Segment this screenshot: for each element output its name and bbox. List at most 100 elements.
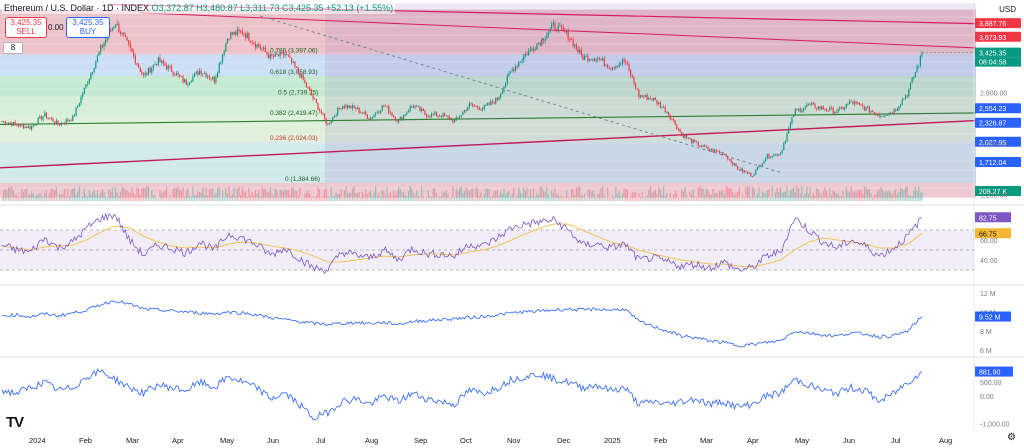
- candle-body: [65, 119, 67, 124]
- candle-body: [477, 106, 479, 108]
- lot-size-input[interactable]: 8: [3, 42, 23, 54]
- candle-body: [506, 75, 508, 84]
- candle-body: [175, 72, 178, 76]
- currency-label[interactable]: USD: [999, 5, 1016, 14]
- volume-bar: [274, 188, 276, 201]
- volume-bar: [396, 191, 398, 201]
- volume-bar: [6, 190, 8, 201]
- volume-bar: [858, 190, 861, 201]
- volume-bar: [185, 191, 187, 201]
- volume-bar: [123, 188, 125, 201]
- candle-body: [355, 107, 357, 110]
- volume-bar: [600, 188, 602, 201]
- candle-body: [409, 106, 411, 112]
- candle-body: [169, 65, 171, 67]
- volume-bar: [184, 196, 186, 201]
- volume-bar: [802, 195, 805, 201]
- candle-body: [299, 72, 301, 78]
- volume-bar: [258, 189, 260, 201]
- volume-bar: [880, 186, 882, 201]
- candle-body: [890, 112, 892, 114]
- candle-body: [646, 94, 648, 100]
- volume-bar: [911, 195, 913, 201]
- candle-body: [873, 112, 875, 114]
- volume-bar: [85, 194, 87, 201]
- candle-body: [365, 111, 367, 115]
- volume-bar: [338, 194, 340, 201]
- candle-body: [154, 64, 156, 65]
- candle-body: [384, 105, 387, 107]
- volume-bar: [455, 188, 457, 201]
- candle-body: [812, 103, 814, 105]
- candle-body: [600, 59, 602, 61]
- candle-body: [809, 104, 811, 105]
- candle-body: [11, 123, 13, 126]
- candle-body: [325, 118, 327, 124]
- volume-bar: [903, 190, 905, 201]
- candle-body: [101, 45, 103, 47]
- volume-bar: [835, 194, 838, 201]
- volume-bar: [3, 190, 5, 201]
- volume-bar: [402, 191, 405, 201]
- candle-body: [207, 76, 209, 78]
- candle-body: [822, 106, 824, 110]
- sell-button[interactable]: 3,425.35 SELL: [5, 17, 47, 38]
- candle-body: [763, 160, 765, 164]
- candle-body: [312, 95, 314, 99]
- candle-body: [310, 90, 313, 96]
- volume-bar: [885, 190, 887, 201]
- volume-bar: [231, 194, 234, 201]
- candle-body: [62, 122, 64, 124]
- candle-body: [151, 68, 153, 73]
- candle-body: [651, 98, 653, 101]
- buy-button[interactable]: 3,425.35 BUY: [66, 17, 110, 38]
- candle-body: [19, 123, 21, 127]
- candle-body: [386, 106, 388, 108]
- candle-body: [513, 69, 515, 71]
- volume-bar: [179, 189, 181, 201]
- candle-body: [249, 40, 252, 43]
- volume-bar: [136, 187, 138, 201]
- candle-body: [49, 117, 51, 119]
- gear-icon[interactable]: ⚙: [1007, 432, 1016, 443]
- volume-bar: [825, 190, 828, 201]
- volume-bar: [16, 194, 18, 201]
- candle-body: [486, 103, 489, 106]
- volume-bar: [277, 196, 280, 201]
- candle-body: [893, 110, 895, 115]
- candle-body: [366, 114, 368, 119]
- volume-bar: [407, 190, 410, 201]
- candle-body: [114, 25, 117, 27]
- candle-body: [687, 137, 689, 139]
- candle-body: [607, 64, 609, 69]
- symbol-name[interactable]: Ethereum / U.S. Dollar · 1D · INDEX: [4, 3, 149, 13]
- volume-bar: [511, 193, 513, 201]
- volume-bar: [95, 195, 97, 201]
- candle-body: [292, 61, 294, 63]
- volume-bar: [384, 196, 387, 201]
- x-axis-label: Oct: [460, 436, 473, 445]
- candle-body: [31, 126, 33, 130]
- volume-bar: [714, 193, 716, 201]
- volume-bar: [330, 187, 332, 201]
- candle-body: [638, 89, 640, 98]
- volume-bar: [528, 196, 530, 201]
- candle-body: [664, 106, 666, 113]
- osc2-tick: 12 M: [980, 291, 996, 298]
- candle-body: [659, 102, 661, 108]
- candle-body: [21, 123, 23, 125]
- tradingview-logo-icon[interactable]: TV: [6, 414, 24, 431]
- volume-bar: [628, 197, 630, 201]
- candle-body: [244, 34, 247, 39]
- volume-bar: [414, 195, 416, 201]
- candle-body: [427, 116, 429, 118]
- candle-body: [396, 120, 398, 122]
- x-axis-label: 2024: [29, 436, 46, 445]
- volume-bar: [500, 190, 502, 201]
- volume-bar: [378, 193, 380, 201]
- volume-bar: [78, 186, 80, 201]
- candle-body: [371, 117, 373, 119]
- volume-bar: [182, 187, 184, 201]
- volume-bar: [493, 190, 495, 201]
- candle-body: [353, 105, 355, 108]
